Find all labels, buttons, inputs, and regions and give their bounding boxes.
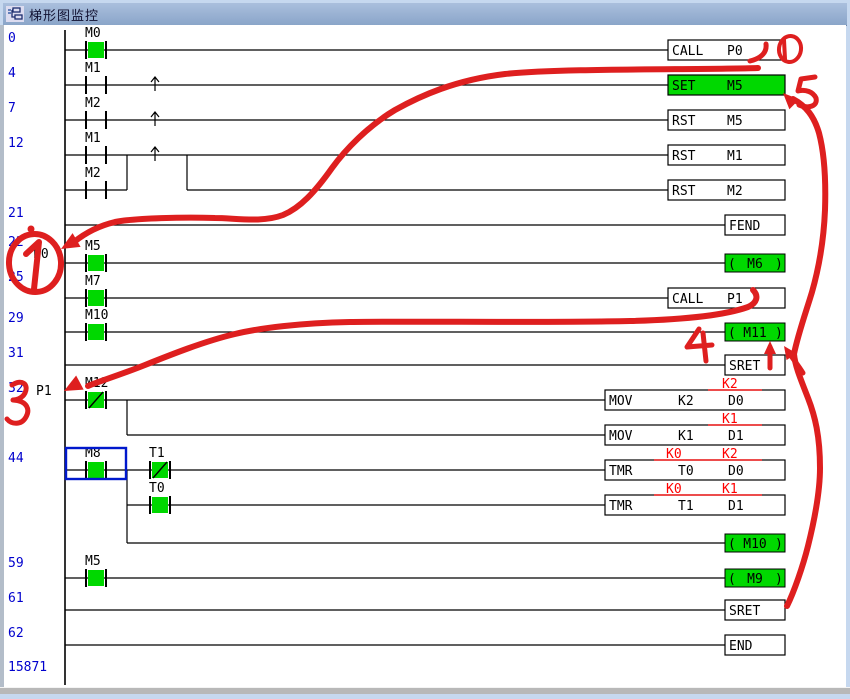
window-bottom-strip xyxy=(0,687,850,694)
window-title: 梯形图监控 xyxy=(29,5,99,24)
ladder-monitor-icon xyxy=(6,6,24,22)
ladder-canvas[interactable] xyxy=(4,25,846,687)
title-bar: 梯形图监控 xyxy=(3,3,847,26)
ladder-monitor-window: 梯形图监控 047122122252931324459616215871P0P1… xyxy=(0,0,850,699)
